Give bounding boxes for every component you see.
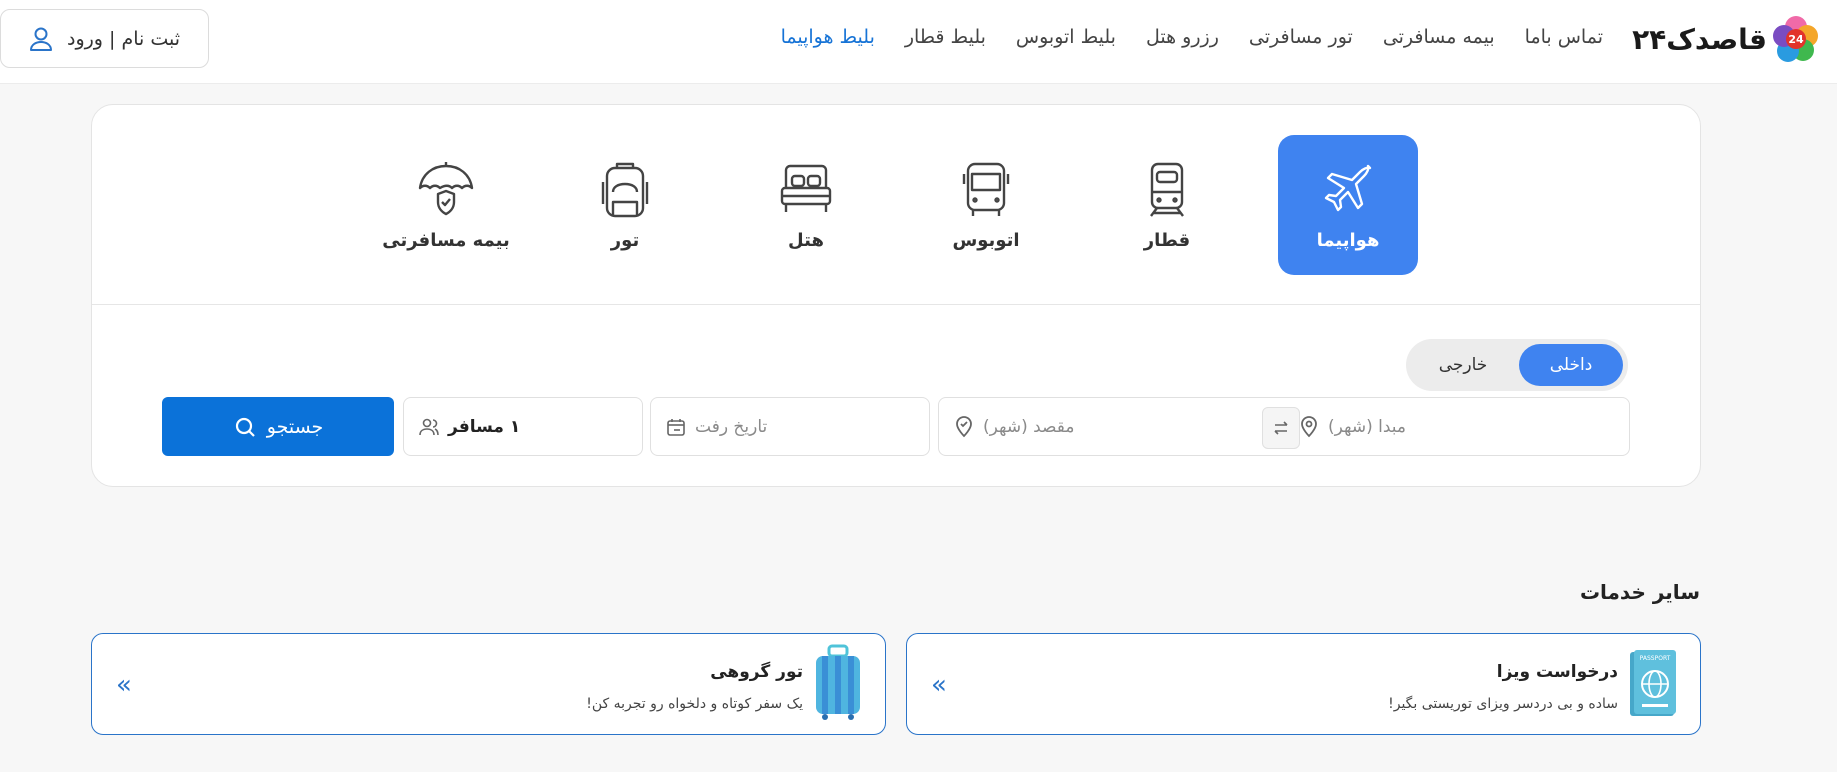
backpack-icon [601,162,649,217]
user-icon [29,27,52,51]
nav-hotel-booking[interactable]: رزرو هتل [1146,26,1219,48]
login-register-label: ثبت نام | ورود [66,27,181,50]
trip-type-domestic[interactable]: داخلی [1519,344,1623,386]
double-chevron-left-icon: « [116,670,132,700]
location-check-icon [956,415,972,437]
destination-placeholder: مقصد (شهر) [983,416,1075,437]
promo-group-tour-subtitle: یک سفر کوتاه و دلخواه رو تجربه کن! [586,696,803,712]
origin-field[interactable]: مبدا (شهر) [1284,398,1629,455]
other-services-title: سایر خدمات [1579,580,1700,604]
passengers-field[interactable]: ۱ مسافر [403,397,643,456]
tab-train[interactable]: قطار [1097,135,1237,275]
departure-date-field[interactable]: تاریخ رفت [650,397,930,456]
tab-tour[interactable]: تور [555,135,695,275]
tab-airplane[interactable]: هواپیما [1278,135,1418,275]
search-card: هواپیما قطار اتوبوس هتل تور بیمه مسافرتی… [91,104,1701,487]
swap-route-button[interactable] [1262,407,1300,449]
tab-bus-label: اتوبوس [952,229,1020,251]
tab-bus[interactable]: اتوبوس [916,135,1056,275]
swap-arrows-icon [1274,421,1288,435]
nav-travel-tour[interactable]: تور مسافرتی [1249,26,1353,48]
nav-train-ticket[interactable]: بلیط قطار [905,26,986,48]
main-nav: بلیط هواپیما بلیط قطار بلیط اتوبوس رزرو … [781,22,1603,52]
passengers-value: ۱ مسافر [448,416,521,437]
svg-text:PASSPORT: PASSPORT [1640,655,1671,662]
calendar-icon [667,418,685,436]
passport-icon: PASSPORT [1630,650,1676,716]
location-pin-icon [1301,415,1317,437]
nav-bus-ticket[interactable]: بلیط اتوبوس [1016,26,1116,48]
search-icon [235,417,255,437]
promo-visa-card[interactable]: PASSPORT درخواست ویزا ساده و بی دردسر وی… [906,633,1701,735]
service-tabs: هواپیما قطار اتوبوس هتل تور بیمه مسافرتی [92,105,1700,305]
logo-badge: 24 [1788,33,1804,46]
tab-airplane-label: هواپیما [1316,229,1380,251]
tab-tour-label: تور [610,229,640,251]
umbrella-shield-icon [418,161,474,215]
trip-type-foreign[interactable]: خارجی [1411,344,1515,386]
users-icon [419,418,439,435]
departure-date-placeholder: تاریخ رفت [695,416,768,437]
promo-visa-subtitle: ساده و بی دردسر ویزای توریستی بگیر! [1388,696,1618,712]
suitcase-icon [816,644,860,720]
promo-group-tour-card[interactable]: تور گروهی یک سفر کوتاه و دلخواه رو تجربه… [91,633,886,735]
top-header: 24 قاصدک۲۴ بلیط هواپیما بلیط قطار بلیط ا… [0,0,1837,84]
bus-icon [962,162,1010,216]
nav-travel-insurance[interactable]: بیمه مسافرتی [1383,26,1495,48]
train-icon [1150,162,1184,217]
destination-field[interactable]: مقصد (شهر) [939,398,1239,455]
tab-train-label: قطار [1143,229,1191,251]
bed-icon [780,164,832,212]
airplane-icon [1324,164,1372,211]
site-logo[interactable]: 24 قاصدک۲۴ [1632,14,1821,64]
nav-flight-ticket[interactable]: بلیط هواپیما [781,26,875,48]
trip-type-toggle: داخلی خارجی [1406,339,1628,391]
double-chevron-left-icon: « [931,670,947,700]
promo-group-tour-title: تور گروهی [710,662,803,682]
logo-mark-icon: 24 [1773,16,1818,62]
promo-visa-title: درخواست ویزا [1496,662,1618,682]
search-button[interactable]: جستجو [162,397,394,456]
login-register-button[interactable]: ثبت نام | ورود [0,9,209,68]
nav-contact-us[interactable]: تماس باما [1525,26,1603,48]
tab-insurance[interactable]: بیمه مسافرتی [376,135,516,275]
tab-hotel[interactable]: هتل [736,135,876,275]
search-button-label: جستجو [266,415,324,438]
tab-insurance-label: بیمه مسافرتی [382,229,510,251]
logo-text: قاصدک۲۴ [1632,22,1768,56]
origin-placeholder: مبدا (شهر) [1328,416,1407,437]
tab-hotel-label: هتل [788,229,824,251]
